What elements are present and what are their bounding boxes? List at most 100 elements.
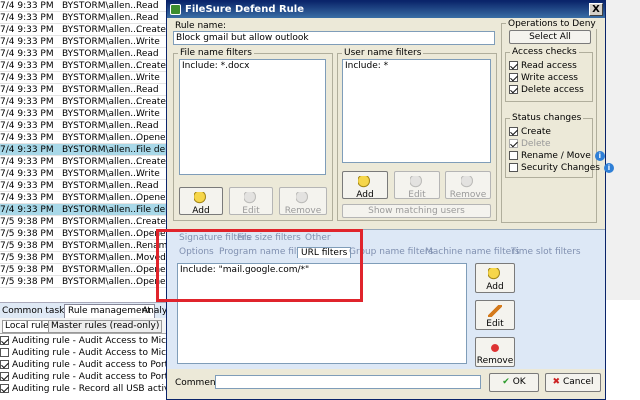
operations-title: Operations to Deny: [506, 19, 598, 29]
rule-label: Auditing rule - Record all USB activity: [12, 384, 168, 394]
log-row[interactable]: 7/5 9:38 PM BYSTORM\allen... Opene: [0, 276, 168, 288]
rule-checkbox[interactable]: [0, 360, 9, 369]
user-edit-label: Edit: [408, 190, 426, 200]
checkbox-row[interactable]: Delete access: [509, 85, 584, 95]
log-row[interactable]: 7/4 9:33 PM BYSTORM\allen...Created: [0, 60, 168, 72]
url-edit-button[interactable]: Edit: [475, 300, 515, 330]
log-row[interactable]: 7/4 9:33 PM BYSTORM\allen... Opened: [0, 192, 168, 204]
rule-checkbox[interactable]: [0, 384, 9, 393]
user-add-button[interactable]: Add: [342, 171, 388, 200]
log-time: 7/4 9:33 PM: [0, 61, 54, 71]
file-remove-button[interactable]: Remove: [279, 187, 327, 216]
file-add-button[interactable]: Add: [179, 187, 223, 216]
log-time: 7/4 9:33 PM: [0, 25, 54, 35]
cancel-button[interactable]: ✖ Cancel: [545, 373, 601, 392]
checkbox[interactable]: [509, 73, 518, 82]
log-action: Write: [136, 37, 160, 47]
log-row[interactable]: 7/4 9:33 PM BYSTORM\allen... Read: [0, 12, 168, 24]
log-row[interactable]: 7/4 9:33 PM BYSTORM\allen... Read: [0, 84, 168, 96]
comment-input[interactable]: [215, 375, 481, 389]
log-user: BYSTORM\allen...: [62, 121, 139, 131]
rule-item[interactable]: Auditing rule - Record all USB activity: [0, 384, 168, 396]
filter-tab[interactable]: Machine name filters: [425, 247, 520, 257]
rule-checkbox[interactable]: [0, 336, 9, 345]
log-user: BYSTORM\allen...: [62, 109, 139, 119]
log-row[interactable]: 7/4 9:33 PM BYSTORM\allen... Write: [0, 36, 168, 48]
rule-item[interactable]: Auditing rule - Audit access to Portable…: [0, 360, 168, 372]
checkbox[interactable]: [509, 85, 518, 94]
checkbox-row[interactable]: Delete: [509, 139, 551, 149]
rule-name-input[interactable]: Block gmail but allow outlook: [173, 31, 495, 45]
url-add-label: Add: [486, 282, 504, 292]
log-time: 7/4 9:33 PM: [0, 205, 54, 215]
rule-name-label: Rule name:: [175, 21, 227, 31]
log-row[interactable]: 7/4 9:33 PM BYSTORM\allen...Created: [0, 24, 168, 36]
log-row[interactable]: 7/4 9:33 PM BYSTORM\allen... Opened: [0, 132, 168, 144]
url-add-button[interactable]: Add: [475, 263, 515, 293]
rule-checkbox[interactable]: [0, 372, 9, 381]
file-filters-list[interactable]: Include: *.docx: [179, 59, 326, 175]
log-user: BYSTORM\allen...: [62, 37, 139, 47]
rule-item[interactable]: Auditing rule - Audit access to Portable…: [0, 372, 168, 384]
log-row[interactable]: 7/5 9:38 PM BYSTORM\allen... Renam: [0, 240, 168, 252]
url-remove-button[interactable]: Remove: [475, 337, 515, 367]
user-remove-button[interactable]: Remove: [445, 171, 491, 200]
log-row[interactable]: 7/5 9:38 PM BYSTORM\allen... Create: [0, 216, 168, 228]
log-row[interactable]: 7/4 9:33 PM BYSTORM\allen... Read: [0, 48, 168, 60]
checkbox-row[interactable]: Rename / Move i: [509, 151, 605, 161]
log-row[interactable]: 7/4 9:33 PM BYSTORM\allen... Write: [0, 108, 168, 120]
ok-button[interactable]: ✔ OK: [489, 373, 539, 392]
magnifier-remove-icon: [296, 192, 310, 204]
checkbox-row[interactable]: Write access: [509, 73, 578, 83]
user-add-label: Add: [356, 190, 374, 200]
rule-label: Auditing rule - Audit Access to Microsof…: [12, 348, 168, 358]
log-row[interactable]: 7/4 9:33 PM BYSTORM\allen... Write: [0, 168, 168, 180]
check-icon: ✔: [502, 377, 510, 387]
log-row[interactable]: 7/4 9:33 PM BYSTORM\allen...Created: [0, 156, 168, 168]
checkbox[interactable]: [509, 151, 518, 160]
checkbox[interactable]: [509, 61, 518, 70]
info-icon[interactable]: i: [594, 151, 605, 161]
log-row[interactable]: 7/4 9:33 PM BYSTORM\allen...File dele: [0, 144, 168, 156]
log-row[interactable]: 7/5 9:38 PM BYSTORM\allen... Moved: [0, 252, 168, 264]
show-matching-users-button[interactable]: Show matching users: [342, 204, 491, 218]
log-user: BYSTORM\allen...: [62, 157, 139, 167]
log-user: BYSTORM\allen...: [62, 169, 139, 179]
log-action: Read: [136, 49, 159, 59]
log-row[interactable]: 7/4 9:33 PM BYSTORM\allen...File dele: [0, 204, 168, 216]
log-user: BYSTORM\allen...: [62, 217, 139, 227]
log-time: 7/5 9:38 PM: [0, 253, 54, 263]
checkbox-label: Rename / Move: [521, 151, 591, 161]
checkbox[interactable]: [509, 139, 518, 148]
log-time: 7/4 9:33 PM: [0, 109, 54, 119]
checkbox-row[interactable]: Read access: [509, 61, 577, 71]
checkbox[interactable]: [509, 127, 518, 136]
checkbox-row[interactable]: Security Changes i: [509, 163, 614, 173]
log-row[interactable]: 7/4 9:33 PM BYSTORM\allen... Write: [0, 72, 168, 84]
user-filters-list[interactable]: Include: *: [342, 59, 491, 163]
log-row[interactable]: 7/5 9:38 PM BYSTORM\allen... Opene: [0, 264, 168, 276]
rule-item[interactable]: Auditing rule - Audit Access to Microsof…: [0, 336, 168, 348]
log-row[interactable]: 7/4 9:33 PM BYSTORM\allen... Read: [0, 180, 168, 192]
info-icon[interactable]: i: [603, 163, 614, 173]
checkbox-row[interactable]: Create: [509, 127, 551, 137]
log-row[interactable]: 7/5 9:38 PM BYSTORM\allen... Opened: [0, 228, 168, 240]
user-edit-button[interactable]: Edit: [394, 171, 440, 200]
close-button[interactable]: X: [589, 3, 603, 16]
log-row[interactable]: 7/4 9:33 PM BYSTORM\allen...Created: [0, 96, 168, 108]
url-remove-label: Remove: [476, 356, 514, 366]
select-all-button[interactable]: Select All: [509, 30, 591, 44]
rule-checkbox[interactable]: [0, 348, 9, 357]
user-filters-title: User name filters: [342, 48, 424, 58]
log-user: BYSTORM\allen...: [62, 25, 139, 35]
checkbox[interactable]: [509, 163, 518, 172]
file-edit-button[interactable]: Edit: [229, 187, 273, 216]
filter-tab[interactable]: Time slot filters: [511, 247, 581, 257]
log-row[interactable]: 7/4 9:33 PM BYSTORM\allen... Read: [0, 0, 168, 12]
tab-common-tasks[interactable]: Common tasks: [2, 306, 69, 316]
tab-master-rules[interactable]: Master rules (read-only): [48, 320, 163, 333]
rule-item[interactable]: Auditing rule - Audit Access to Microsof…: [0, 348, 168, 360]
log-row[interactable]: 7/4 9:33 PM BYSTORM\allen... Read: [0, 120, 168, 132]
log-action: Created: [136, 61, 168, 71]
log-user: BYSTORM\allen...: [62, 97, 139, 107]
